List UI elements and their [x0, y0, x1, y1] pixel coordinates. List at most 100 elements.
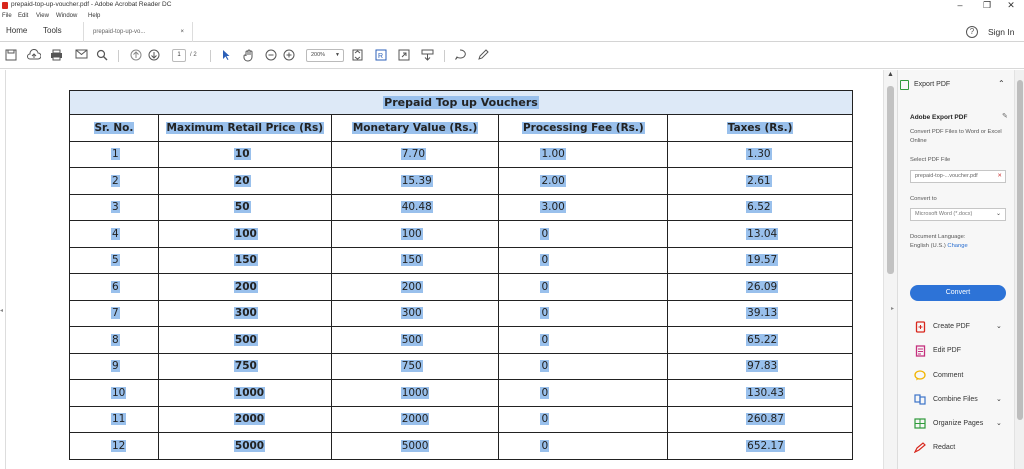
tool-redact[interactable]: Redact	[910, 441, 1020, 455]
tab-document[interactable]: prepaid-top-up-vo... ×	[83, 22, 193, 42]
cell-value[interactable]: 12	[111, 439, 127, 452]
cell-value[interactable]: 2000	[233, 413, 266, 426]
tab-tools[interactable]: Tools	[43, 26, 62, 35]
cell-value[interactable]: 2.00	[540, 174, 566, 187]
cell-value[interactable]: 1.30	[746, 148, 772, 161]
page-number-input[interactable]: 1	[172, 49, 186, 62]
email-icon[interactable]	[74, 49, 88, 63]
convert-to-select[interactable]: Microsoft Word (*.docx) ⌄	[910, 208, 1006, 221]
cell-value[interactable]: 15.39	[400, 174, 433, 187]
cell-value[interactable]: 5	[111, 254, 120, 267]
cell-value[interactable]: 9	[111, 360, 120, 373]
close-button[interactable]: ✕	[997, 0, 1024, 12]
cell-value[interactable]: 10	[111, 386, 127, 399]
save-icon[interactable]	[4, 49, 18, 63]
column-header-label[interactable]: Processing Fee (Rs.)	[521, 121, 645, 134]
cell-value[interactable]: 19.57	[746, 254, 779, 267]
tab-home[interactable]: Home	[6, 26, 27, 35]
cell-value[interactable]: 150	[233, 254, 258, 267]
menu-view[interactable]: View	[36, 12, 49, 21]
cell-value[interactable]: 0	[540, 280, 550, 293]
menu-edit[interactable]: Edit	[18, 12, 28, 21]
tool-combine-files[interactable]: Combine Files ⌄	[910, 393, 1020, 407]
cell-value[interactable]: 8	[111, 333, 120, 346]
zoom-in-icon[interactable]	[282, 49, 296, 63]
collapse-right-pane-icon[interactable]: ▸	[891, 305, 894, 312]
menu-help[interactable]: Help	[88, 12, 100, 21]
cell-value[interactable]: 4	[111, 227, 120, 240]
cell-value[interactable]: 130.43	[746, 386, 785, 399]
cell-value[interactable]: 0	[540, 307, 550, 320]
cell-value[interactable]: 2	[111, 174, 120, 187]
cell-value[interactable]: 100	[233, 227, 258, 240]
scroll-up-icon[interactable]: ▲	[887, 71, 894, 78]
hand-tool-icon[interactable]	[242, 49, 256, 63]
cell-value[interactable]: 0	[540, 439, 550, 452]
cell-value[interactable]: 0	[540, 360, 550, 373]
document-scrollbar[interactable]: ▲	[883, 70, 897, 469]
cell-value[interactable]: 40.48	[400, 201, 433, 214]
previous-page-icon[interactable]	[129, 49, 143, 63]
cell-value[interactable]: 652.17	[746, 439, 785, 452]
cell-value[interactable]: 0	[540, 333, 550, 346]
cell-value[interactable]: 39.13	[746, 307, 779, 320]
cell-value[interactable]: 2000	[400, 413, 430, 426]
cell-value[interactable]: 3	[111, 201, 120, 214]
cell-value[interactable]: 6	[111, 280, 120, 293]
selected-file-field[interactable]: prepaid-top-...voucher.pdf ✕	[910, 170, 1006, 183]
menu-file[interactable]: File	[2, 12, 12, 21]
tab-close-icon[interactable]: ×	[180, 22, 184, 42]
cell-value[interactable]: 200	[400, 280, 423, 293]
print-icon[interactable]	[49, 49, 63, 63]
rotate-page-icon[interactable]: R	[374, 49, 388, 63]
table-title[interactable]: Prepaid Top up Vouchers	[383, 96, 539, 109]
cell-value[interactable]: 750	[400, 360, 423, 373]
cell-value[interactable]: 1000	[233, 386, 266, 399]
cloud-upload-icon[interactable]	[27, 49, 42, 63]
cell-value[interactable]: 3.00	[540, 201, 566, 214]
cell-value[interactable]: 0	[540, 227, 550, 240]
cell-value[interactable]: 2.61	[746, 174, 772, 187]
cell-value[interactable]: 200	[233, 280, 258, 293]
cell-value[interactable]: 1	[111, 148, 120, 161]
cell-value[interactable]: 260.87	[746, 413, 785, 426]
column-header-label[interactable]: Taxes (Rs.)	[726, 121, 794, 134]
menu-window[interactable]: Window	[56, 12, 77, 21]
column-header-label[interactable]: Sr. No.	[93, 121, 135, 134]
convert-button[interactable]: Convert	[910, 285, 1006, 301]
cell-value[interactable]: 26.09	[746, 280, 779, 293]
search-icon[interactable]	[95, 49, 109, 63]
cell-value[interactable]: 1000	[400, 386, 430, 399]
cell-value[interactable]: 5000	[400, 439, 430, 452]
draw-pen-icon[interactable]	[476, 49, 490, 63]
cell-value[interactable]: 750	[233, 360, 258, 373]
cell-value[interactable]: 500	[400, 333, 423, 346]
read-mode-icon[interactable]	[420, 49, 434, 63]
cell-value[interactable]: 500	[233, 333, 258, 346]
cell-value[interactable]: 50	[233, 201, 251, 214]
zoom-out-icon[interactable]	[264, 49, 278, 63]
tool-edit-pdf[interactable]: Edit PDF	[910, 344, 1020, 358]
cell-value[interactable]: 10	[233, 148, 251, 161]
cell-value[interactable]: 97.83	[746, 360, 779, 373]
tool-organize-pages[interactable]: Organize Pages ⌄	[910, 417, 1020, 431]
cell-value[interactable]: 11	[111, 413, 127, 426]
fit-page-icon[interactable]	[350, 49, 364, 63]
edit-pencil-icon[interactable]: ✎	[1002, 112, 1008, 120]
cell-value[interactable]: 0	[540, 386, 550, 399]
cell-value[interactable]: 300	[400, 307, 423, 320]
minimize-button[interactable]: –	[946, 0, 974, 12]
chevron-up-icon[interactable]: ⌃	[998, 79, 1005, 88]
chevron-down-icon[interactable]: ⌄	[996, 320, 1002, 334]
cell-value[interactable]: 0	[540, 413, 550, 426]
column-header-label[interactable]: Maximum Retail Price (Rs)	[165, 121, 325, 134]
chevron-down-icon[interactable]: ⌄	[996, 417, 1002, 431]
cell-value[interactable]: 6.52	[746, 201, 772, 214]
cell-value[interactable]: 300	[233, 307, 258, 320]
cell-value[interactable]: 1.00	[540, 148, 566, 161]
clear-file-icon[interactable]: ✕	[997, 171, 1002, 182]
tool-create-pdf[interactable]: Create PDF ⌄	[910, 320, 1020, 334]
zoom-level-dropdown[interactable]: 200% ▼	[306, 49, 344, 62]
cell-value[interactable]: 65.22	[746, 333, 779, 346]
chevron-down-icon[interactable]: ⌄	[996, 393, 1002, 407]
